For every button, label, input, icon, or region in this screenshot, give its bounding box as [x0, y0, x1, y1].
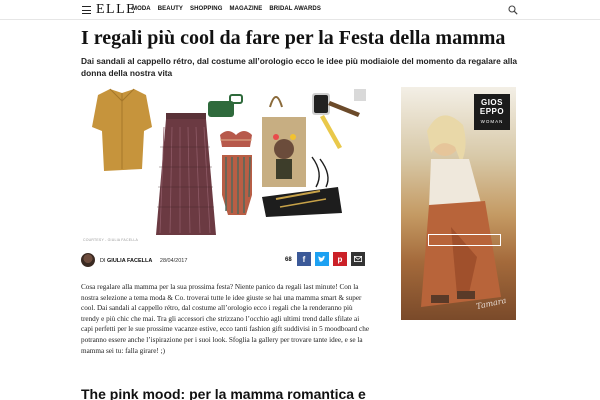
hero-image[interactable]: COURTESY - GIULIA FACELLA: [80, 87, 370, 245]
ad-brand-line1: GIOS: [480, 98, 503, 107]
plaid-skirt: [156, 113, 216, 235]
nav-item-magazine[interactable]: MAGAZINE: [230, 6, 263, 12]
bikini-top: [220, 131, 252, 147]
author-name[interactable]: GIULIA FACELLA: [107, 258, 152, 264]
nav-item-shopping[interactable]: SHOPPING: [190, 6, 222, 12]
author-prefix: DI: [100, 258, 106, 264]
menu-icon[interactable]: [82, 6, 91, 14]
ad-brand-line2: EPPO: [479, 107, 505, 116]
ad-brand-sub: WOMAN: [480, 119, 504, 124]
yellow-watch: [312, 93, 360, 149]
ad-cta-box[interactable]: [428, 234, 501, 246]
mail-icon: [354, 256, 362, 262]
green-bag: [208, 94, 243, 117]
ad-model-illustration: [421, 115, 501, 307]
facebook-share-button[interactable]: f: [297, 252, 311, 266]
publish-date: 28/04/2017: [159, 258, 188, 264]
expand-icon[interactable]: [354, 89, 366, 101]
twitter-share-button[interactable]: [315, 252, 329, 266]
facebook-icon: f: [302, 254, 306, 264]
section-heading: The pink mood: per la mamma romantica e: [81, 386, 366, 400]
article-subtitle: Dai sandali al cappello rétro, dal costu…: [81, 56, 518, 78]
pinterest-share-button[interactable]: p: [333, 252, 347, 266]
article-title: I regali più cool da fare per la Festa d…: [81, 27, 506, 49]
top-navigation-bar: ELLE MODA BEAUTY SHOPPING MAGAZINE BRIDA…: [0, 0, 600, 20]
nav-item-moda[interactable]: MODA: [132, 6, 151, 12]
byline: DI GIULIA FACELLA 28/04/2017: [100, 258, 187, 264]
share-count: 68: [285, 257, 292, 263]
product-collage: [92, 88, 360, 235]
search-icon[interactable]: [508, 5, 518, 15]
nav-item-beauty[interactable]: BEAUTY: [158, 6, 183, 12]
image-credit: COURTESY - GIULIA FACELLA: [83, 238, 139, 242]
striped-swimsuit: [222, 155, 252, 215]
ad-brand-logo[interactable]: GIOS EPPO WOMAN: [474, 94, 510, 130]
email-share-button[interactable]: [351, 252, 365, 266]
advertisement-banner[interactable]: GIOS EPPO WOMAN Tamara: [401, 87, 516, 320]
mustard-shirt: [92, 88, 152, 171]
canvas-tote-bag: [262, 96, 306, 187]
site-logo[interactable]: ELLE: [96, 2, 136, 18]
byline-row: DI GIULIA FACELLA 28/04/2017 68 f p: [81, 252, 370, 270]
article-body: Cosa regalare alla mamma per la sua pros…: [81, 283, 370, 355]
twitter-icon: [318, 255, 326, 262]
nav-item-bridal-awards[interactable]: BRIDAL AWARDS: [269, 6, 321, 12]
pinterest-icon: p: [337, 254, 343, 264]
main-nav: MODA BEAUTY SHOPPING MAGAZINE BRIDAL AWA…: [132, 6, 321, 12]
author-avatar[interactable]: [81, 253, 95, 267]
